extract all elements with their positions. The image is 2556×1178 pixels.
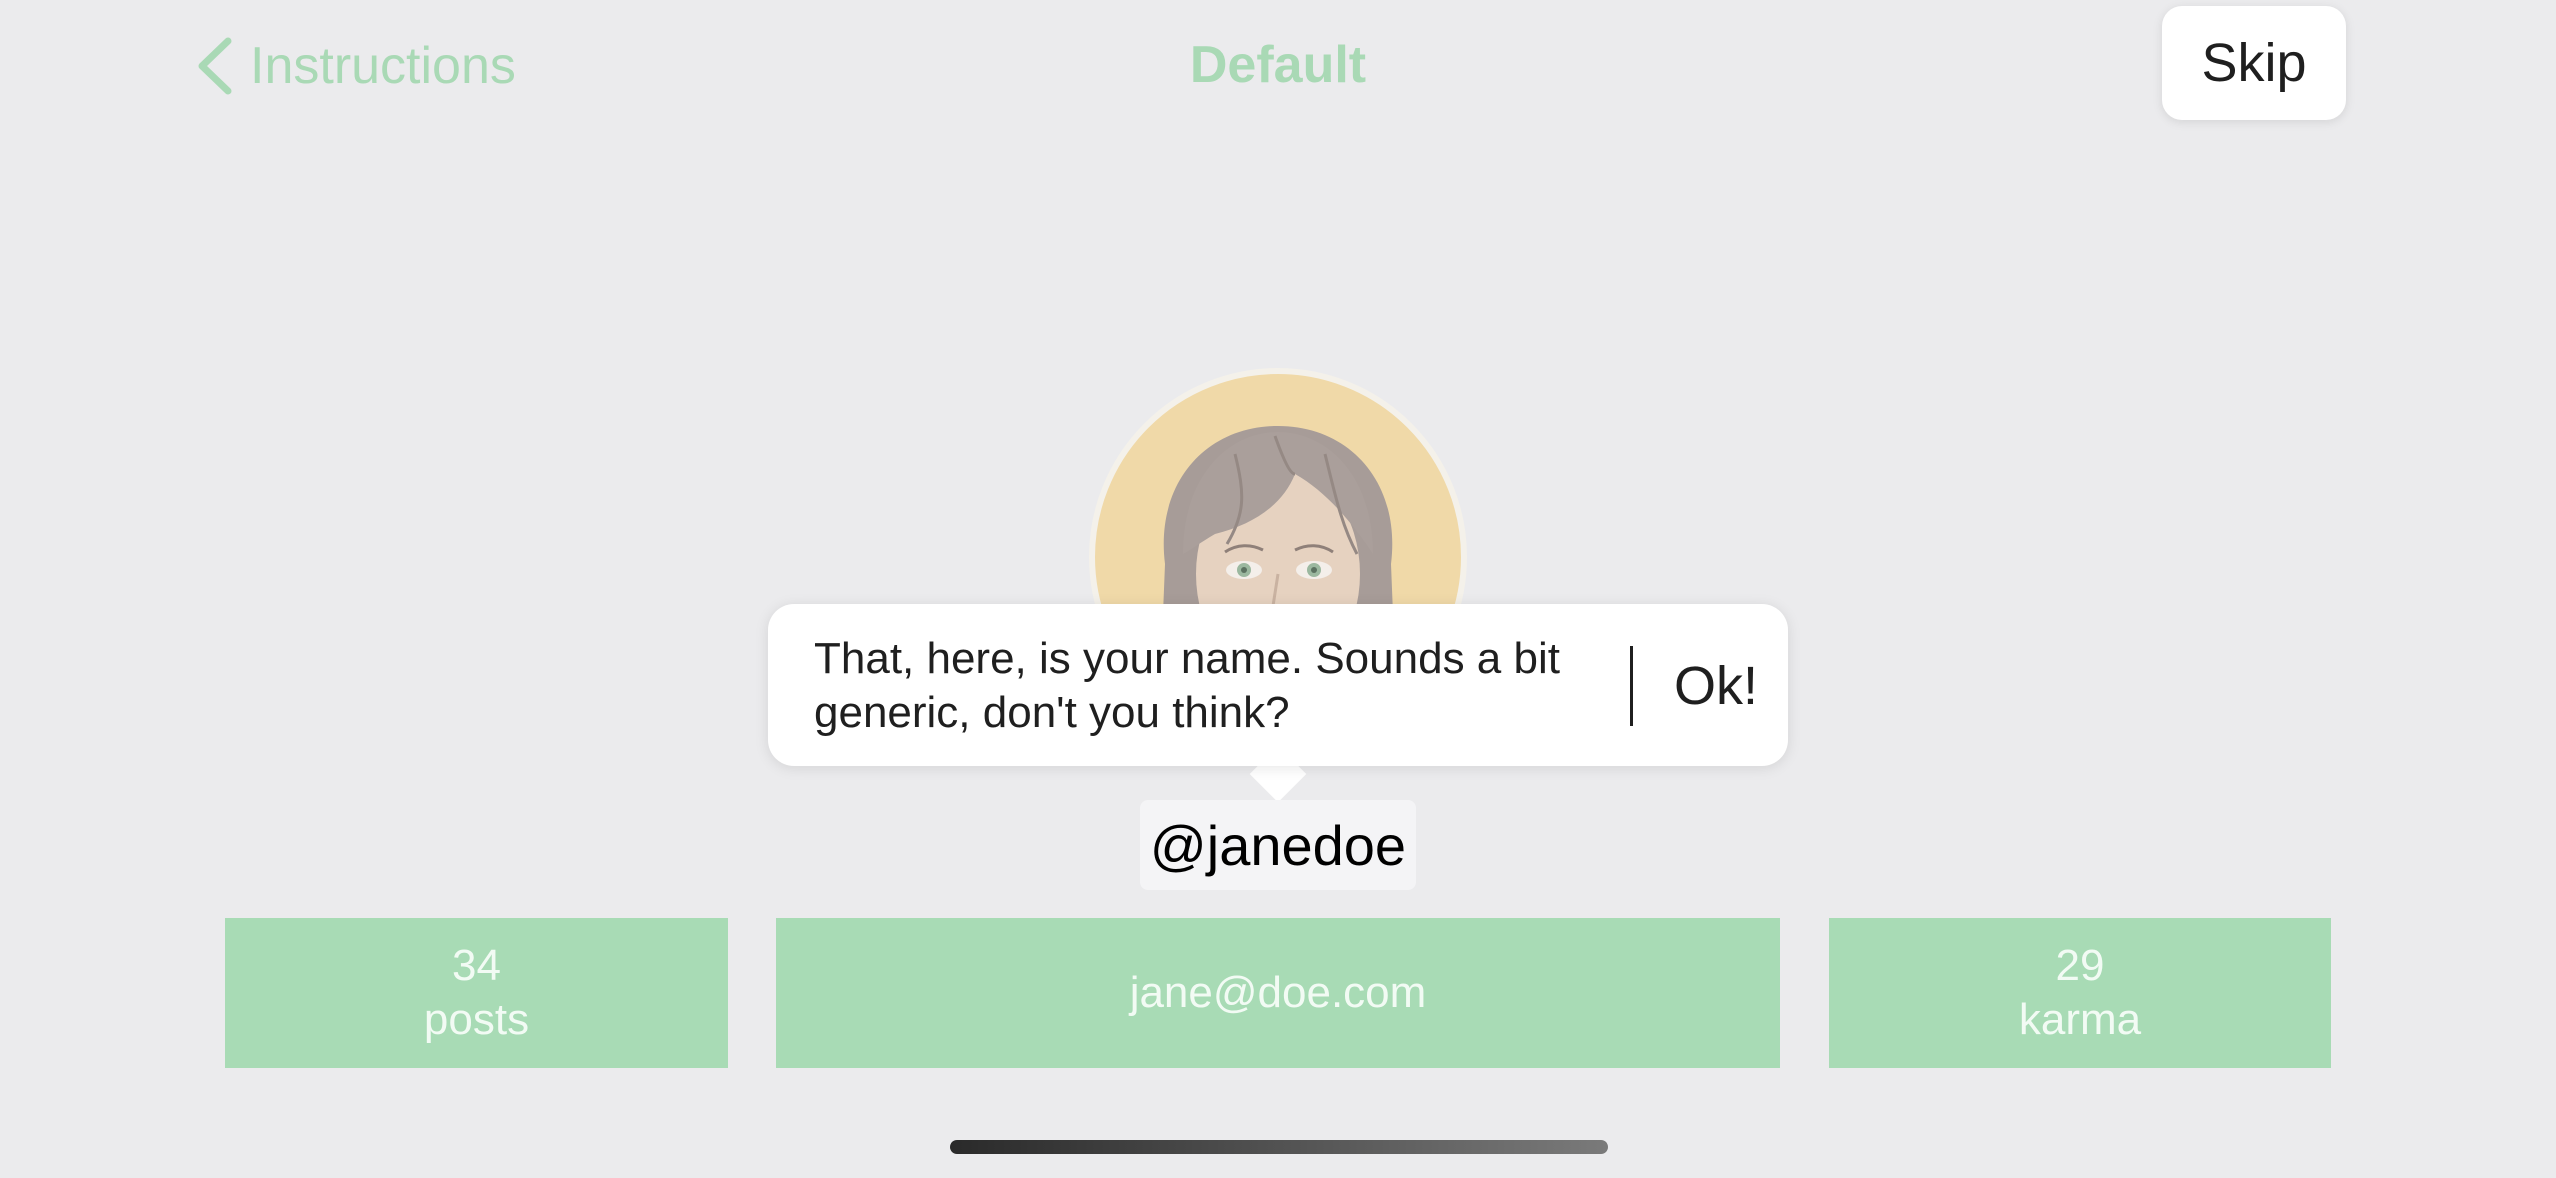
email-value: jane@doe.com [1129,968,1427,1017]
email-tile[interactable]: jane@doe.com [776,918,1780,1068]
karma-label: karma [2018,995,2142,1044]
tooltip-ok-button[interactable]: Ok! [1656,644,1776,728]
skip-button[interactable]: Skip [2162,6,2346,120]
posts-tile[interactable]: 34 posts [225,918,728,1068]
posts-count: 34 [452,941,501,990]
posts-label: posts [423,995,530,1044]
back-button[interactable]: Instructions [196,28,516,104]
username: @janedoe [1140,800,1416,890]
karma-tile[interactable]: 29 karma [1829,918,2331,1068]
back-button-label: Instructions [250,37,516,95]
tooltip-message: That, here, is your name. Sounds a bit g… [814,634,1560,737]
page-title: Default [1189,36,1367,94]
karma-count: 29 [2055,941,2105,990]
tooltip-divider [1630,646,1633,726]
chevron-left-icon [198,37,232,95]
home-indicator[interactable] [950,1140,1608,1154]
